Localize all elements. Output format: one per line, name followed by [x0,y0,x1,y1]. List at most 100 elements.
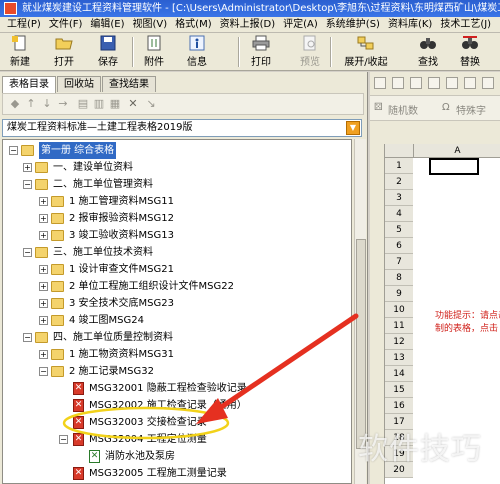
expand-icon[interactable]: + [39,316,48,325]
sheet-icon[interactable] [482,77,494,89]
expand-icon[interactable]: + [39,214,48,223]
special-char-button[interactable]: 特殊字 [456,102,486,117]
new-button[interactable]: 新建 [6,35,34,69]
print-button[interactable]: 打印 [244,35,278,69]
tree-item[interactable]: + 3 竣工验收资料MSG13 [3,227,351,244]
tree-item[interactable]: ✕ MSG32002 施工检查记录（通用） [3,397,351,414]
collapse-icon[interactable]: − [23,248,32,257]
menu-system[interactable]: 系统维护(S) [322,17,384,32]
collapse-icon[interactable]: − [9,146,18,155]
copy-icon[interactable]: ▤ [77,98,89,110]
row-header[interactable]: 13 [385,350,413,366]
row-header[interactable]: 10 [385,302,413,318]
tree-item[interactable]: + 2 报审报验资料MSG12 [3,210,351,227]
expand-icon[interactable]: + [39,197,48,206]
preview-button[interactable]: 预览 [296,35,324,69]
row-header[interactable]: 9 [385,286,413,302]
collapse-icon[interactable]: − [59,435,68,444]
menu-evaluate[interactable]: 评定(A) [279,17,322,32]
row-header[interactable]: 14 [385,366,413,382]
collapse-icon[interactable]: − [39,367,48,376]
sheet-icon[interactable] [374,77,386,89]
row-header[interactable]: 5 [385,222,413,238]
menu-view[interactable]: 视图(V) [129,17,172,32]
expand-icon[interactable]: + [39,350,48,359]
sheet-icon[interactable] [410,77,422,89]
expand-icon[interactable]: + [23,163,32,172]
replace-button[interactable]: 替换 [456,35,484,69]
tree-item[interactable]: ✕ MSG32003 交接检查记录 [3,414,351,431]
delete-icon[interactable]: ✕ [127,98,139,110]
sheet-icon[interactable] [428,77,440,89]
row-header[interactable]: 6 [385,238,413,254]
tree-item[interactable]: + 4 竣工图MSG24 [3,312,351,329]
row-header[interactable]: 16 [385,398,413,414]
expand-icon[interactable]: + [39,282,48,291]
row-header[interactable]: 7 [385,254,413,270]
menu-library[interactable]: 资料库(K) [384,17,436,32]
tree-item[interactable]: ✕ MSG32001 隐蔽工程检查验收记录 [3,380,351,397]
expand-icon[interactable]: + [39,265,48,274]
row-header[interactable]: 8 [385,270,413,286]
menu-file[interactable]: 文件(F) [45,17,87,32]
tree-item[interactable]: + 1 施工管理资料MSG11 [3,193,351,210]
row-header[interactable]: 1 [385,158,413,174]
tree-item[interactable]: − 2 施工记录MSG32 [3,363,351,380]
row-header[interactable]: 11 [385,318,413,334]
random-icon[interactable]: ⚄ [374,102,383,113]
menu-edit[interactable]: 编辑(E) [86,17,128,32]
arrow-down-icon[interactable]: ↓ [41,98,53,110]
tree-item[interactable]: − 四、施工单位质量控制资料 [3,329,351,346]
menu-format[interactable]: 格式(M) [171,17,215,32]
expand-icon[interactable]: + [39,231,48,240]
paste-icon[interactable]: ▥ [93,98,105,110]
scrollbar-thumb[interactable] [356,239,366,449]
tree-item[interactable]: + 1 设计审查文件MSG21 [3,261,351,278]
tree-item[interactable]: − 第一册 综合表格 [3,142,351,159]
form-red-icon: ✕ [73,382,84,395]
tree-item[interactable]: − 二、施工单位管理资料 [3,176,351,193]
attach-button[interactable]: 附件 [140,35,168,69]
tree-item[interactable]: − 三、施工单位技术资料 [3,244,351,261]
info-button[interactable]: 信息 [180,35,214,69]
row-header[interactable]: 2 [385,174,413,190]
column-header-a[interactable]: A [413,144,500,158]
open-button[interactable]: 打开 [50,35,78,69]
expand-icon[interactable]: + [39,299,48,308]
sheet-icon[interactable] [464,77,476,89]
tab-recycle-bin[interactable]: 回收站 [57,76,101,92]
active-cell[interactable] [429,158,479,175]
standard-select[interactable]: 煤炭工程资料标准—土建工程表格2019版 ▼ [2,119,362,137]
random-number-button[interactable]: 随机数 [388,102,418,117]
row-header[interactable]: 3 [385,190,413,206]
menu-tech[interactable]: 技术工艺(J) [436,17,495,32]
find-button[interactable]: 查找 [414,35,442,69]
arrow-right-icon[interactable]: → [57,98,69,110]
save-button[interactable]: 保存 [94,35,122,69]
menu-project[interactable]: 工程(P) [3,17,45,32]
collapse-icon[interactable]: − [23,333,32,342]
sheet-icon[interactable] [446,77,458,89]
sheet-icon[interactable] [392,77,404,89]
chevron-down-icon[interactable]: ▼ [346,121,360,135]
tree-item[interactable]: + 3 安全技术交底MSG23 [3,295,351,312]
row-header[interactable]: 4 [385,206,413,222]
tree-item[interactable]: + 2 单位工程施工组织设计文件MSG22 [3,278,351,295]
special-char-icon[interactable]: Ω [442,102,450,113]
tree-item[interactable]: + 1 施工物资资料MSG31 [3,346,351,363]
tree-item[interactable]: ✕ MSG32005 工程施工测量记录 [3,465,351,482]
move-left-icon[interactable]: ◆ [9,98,21,110]
collapse-icon[interactable]: − [23,180,32,189]
expand-collapse-button[interactable]: 展开/收起 [338,35,394,69]
row-header[interactable]: 12 [385,334,413,350]
sort-icon[interactable]: ↘ [145,98,157,110]
arrow-up-icon[interactable]: ↑ [25,98,37,110]
tree-item[interactable]: ✕ 消防水池及泵房 [3,448,351,465]
tree-item[interactable]: + 一、建设单位资料 [3,159,351,176]
tab-table-catalog[interactable]: 表格目录 [2,76,56,93]
row-header[interactable]: 15 [385,382,413,398]
tab-search-results[interactable]: 查找结果 [102,76,156,92]
tree-item[interactable]: − ✕ MSG32004 工程定位测量 [3,431,351,448]
menu-data-report[interactable]: 资料上报(D) [216,17,280,32]
move-icon[interactable]: ▦ [109,98,121,110]
